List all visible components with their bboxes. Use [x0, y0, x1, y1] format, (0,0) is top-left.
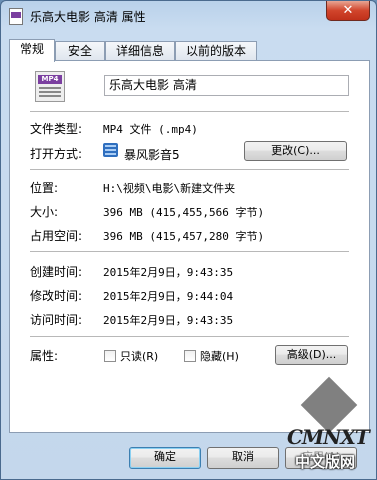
tab-details[interactable]: 详细信息 — [105, 41, 175, 60]
window-title: 乐高大电影 高清 属性 — [30, 10, 146, 24]
size-label: 大小: — [30, 205, 59, 219]
divider — [30, 169, 349, 170]
apply-button[interactable]: 应用(A) — [285, 447, 357, 469]
tab-bar: 常规 安全 详细信息 以前的版本 — [9, 39, 368, 62]
title-bar[interactable]: 乐高大电影 高清 属性 ✕ — [1, 1, 376, 31]
size-on-disk-label: 占用空间: — [30, 229, 83, 243]
modified-label: 修改时间: — [30, 289, 83, 303]
mp4-file-icon — [9, 8, 23, 25]
properties-window: 乐高大电影 高清 属性 ✕ 常规 安全 详细信息 以前的版本 MP4 乐高大电影… — [0, 0, 377, 480]
advanced-button[interactable]: 高级(D)... — [275, 345, 348, 365]
divider — [30, 111, 349, 112]
hidden-checkbox[interactable] — [184, 350, 196, 362]
tab-security[interactable]: 安全 — [55, 41, 105, 60]
file-type-label: 文件类型: — [30, 122, 83, 136]
readonly-label[interactable]: 只读(R) — [120, 348, 158, 364]
created-label: 创建时间: — [30, 265, 83, 279]
divider — [30, 251, 349, 252]
file-type-value: MP4 文件 (.mp4) — [103, 123, 198, 136]
close-button[interactable]: ✕ — [326, 1, 370, 21]
file-icon-label: MP4 — [38, 75, 62, 84]
open-with-value: 暴风影音5 — [124, 148, 180, 162]
change-button[interactable]: 更改(C)... — [244, 141, 347, 161]
accessed-value: 2015年2月9日，9:43:35 — [103, 314, 234, 327]
open-with-label: 打开方式: — [30, 147, 83, 161]
mp4-file-icon: MP4 — [35, 71, 65, 102]
location-label: 位置: — [30, 181, 59, 195]
size-on-disk-value: 396 MB (415,457,280 字节) — [103, 230, 265, 243]
ok-button[interactable]: 确定 — [129, 447, 201, 469]
general-panel: MP4 乐高大电影 高清 文件类型: MP4 文件 (.mp4) 打开方式: 暴… — [9, 60, 370, 433]
location-value: H:\视频\电影\新建文件夹 — [103, 182, 236, 195]
tab-general[interactable]: 常规 — [9, 39, 55, 62]
modified-value: 2015年2月9日，9:44:04 — [103, 290, 234, 303]
hidden-label[interactable]: 隐藏(H) — [200, 348, 239, 364]
accessed-label: 访问时间: — [30, 313, 83, 327]
created-value: 2015年2月9日，9:43:35 — [103, 266, 234, 279]
cancel-button[interactable]: 取消 — [207, 447, 279, 469]
size-value: 396 MB (415,455,566 字节) — [103, 206, 265, 219]
readonly-checkbox[interactable] — [104, 350, 116, 362]
tab-previous-versions[interactable]: 以前的版本 — [175, 41, 257, 60]
attributes-label: 属性: — [30, 349, 59, 363]
divider — [30, 336, 349, 337]
storm-player-icon — [103, 143, 118, 157]
file-name-field[interactable]: 乐高大电影 高清 — [104, 75, 349, 96]
